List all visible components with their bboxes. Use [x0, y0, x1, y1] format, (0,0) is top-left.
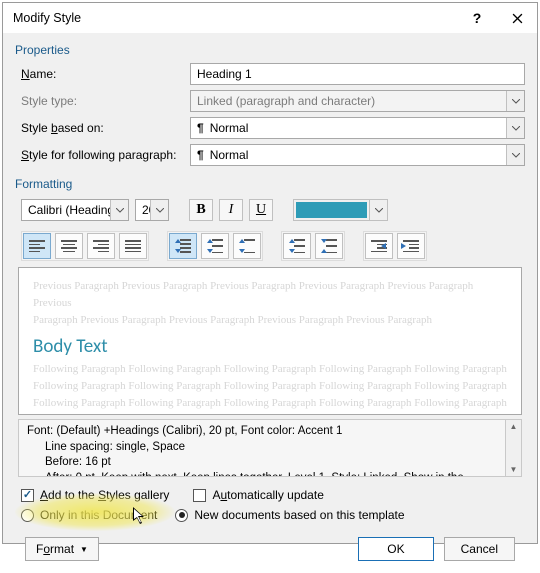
align-justify-button[interactable] — [119, 233, 147, 259]
based-on-select[interactable]: ¶ Normal — [190, 117, 525, 139]
decrease-indent-icon — [371, 240, 387, 252]
align-center-icon — [61, 240, 77, 252]
space-before-increase-button[interactable] — [283, 233, 311, 259]
cancel-button[interactable]: Cancel — [444, 537, 515, 561]
based-on-label: Style based on: — [15, 121, 190, 135]
modify-style-dialog: Modify Style ? Properties Name: Style ty… — [2, 2, 538, 544]
scroll-down-button[interactable]: ▼ — [510, 465, 518, 474]
formatting-heading: Formatting — [15, 175, 525, 197]
font-dropdown-button[interactable] — [110, 200, 128, 220]
color-swatch-icon — [296, 202, 367, 218]
align-justify-icon — [125, 240, 141, 252]
pilcrow-icon: ¶ — [197, 121, 204, 135]
font-size-select[interactable]: 20 — [135, 199, 169, 221]
name-label: Name: — [15, 67, 190, 81]
style-type-dropdown-button — [506, 91, 524, 111]
align-center-button[interactable] — [55, 233, 83, 259]
description-scrollbar[interactable]: ▲ ▼ — [505, 419, 522, 477]
font-color-select[interactable] — [293, 199, 388, 221]
style-preview: Previous Paragraph Previous Paragraph Pr… — [18, 267, 522, 415]
decrease-indent-button[interactable] — [365, 233, 393, 259]
chevron-down-icon — [512, 99, 520, 104]
pilcrow-icon: ¶ — [197, 148, 204, 162]
spacing-double-button[interactable] — [233, 233, 261, 259]
auto-update-label: Automatically update — [212, 488, 323, 502]
preview-previous-text: Paragraph Previous Paragraph Previous Pa… — [33, 312, 507, 329]
ok-button[interactable]: OK — [358, 537, 433, 561]
style-description: Font: (Default) +Headings (Calibri), 20 … — [18, 419, 505, 477]
following-paragraph-label: Style for following paragraph: — [15, 148, 190, 162]
increase-indent-button[interactable] — [397, 233, 425, 259]
only-this-document-radio[interactable] — [21, 509, 34, 522]
italic-button[interactable]: I — [219, 199, 243, 221]
para-space-icon — [321, 239, 337, 253]
titlebar: Modify Style ? — [3, 3, 537, 33]
spacing-onehalf-button[interactable] — [201, 233, 229, 259]
based-on-dropdown-button[interactable] — [506, 118, 524, 138]
auto-update-checkbox[interactable] — [193, 489, 206, 502]
add-to-gallery-label: Add to the Styles gallery — [40, 488, 169, 502]
format-button[interactable]: Format ▼ — [25, 537, 99, 561]
line-spacing-icon — [175, 239, 191, 253]
font-select[interactable]: Calibri (Headings) — [21, 199, 129, 221]
align-right-button[interactable] — [87, 233, 115, 259]
desc-line: Font: (Default) +Headings (Calibri), 20 … — [27, 425, 342, 437]
desc-line: After: 0 pt, Keep with next, Keep lines … — [27, 471, 497, 477]
close-icon — [512, 13, 523, 24]
chevron-down-icon — [116, 208, 124, 213]
line-spacing-icon — [207, 239, 223, 253]
new-documents-label: New documents based on this template — [194, 508, 404, 522]
bold-button[interactable]: B — [189, 199, 213, 221]
align-left-button[interactable] — [23, 233, 51, 259]
name-input[interactable] — [190, 63, 525, 85]
dialog-title: Modify Style — [13, 11, 81, 25]
style-type-label: Style type: — [15, 94, 190, 108]
following-dropdown-button[interactable] — [506, 145, 524, 165]
close-button[interactable] — [497, 3, 537, 33]
size-dropdown-button[interactable] — [150, 200, 168, 220]
preview-previous-text: Previous Paragraph Previous Paragraph Pr… — [33, 278, 507, 312]
underline-button[interactable]: U — [249, 199, 273, 221]
space-before-decrease-button[interactable] — [315, 233, 343, 259]
chevron-down-icon — [512, 126, 520, 131]
preview-following-text: Following Paragraph Following Paragraph … — [33, 412, 507, 415]
preview-following-text: Following Paragraph Following Paragraph … — [33, 378, 507, 395]
chevron-down-icon — [512, 153, 520, 158]
line-spacing-icon — [239, 239, 255, 253]
preview-following-text: Following Paragraph Following Paragraph … — [33, 361, 507, 378]
preview-body-text: Body Text — [33, 335, 507, 358]
chevron-down-icon — [375, 208, 383, 213]
desc-line: Line spacing: single, Space — [27, 440, 497, 456]
chevron-down-icon — [156, 208, 164, 213]
new-documents-radio[interactable] — [175, 509, 188, 522]
spacing-single-button[interactable] — [169, 233, 197, 259]
align-right-icon — [93, 240, 109, 252]
scroll-up-button[interactable]: ▲ — [510, 422, 518, 431]
para-space-icon — [289, 239, 305, 253]
preview-following-text: Following Paragraph Following Paragraph … — [33, 395, 507, 412]
only-this-document-label: Only in this Document — [40, 508, 157, 522]
add-to-gallery-checkbox[interactable]: ✓ — [21, 489, 34, 502]
following-paragraph-select[interactable]: ¶ Normal — [190, 144, 525, 166]
color-dropdown-button[interactable] — [369, 200, 387, 220]
style-type-select: Linked (paragraph and character) — [190, 90, 525, 112]
help-button[interactable]: ? — [457, 3, 497, 33]
increase-indent-icon — [403, 240, 419, 252]
properties-heading: Properties — [15, 41, 525, 63]
desc-line: Before: 16 pt — [27, 455, 497, 471]
align-left-icon — [29, 240, 45, 252]
